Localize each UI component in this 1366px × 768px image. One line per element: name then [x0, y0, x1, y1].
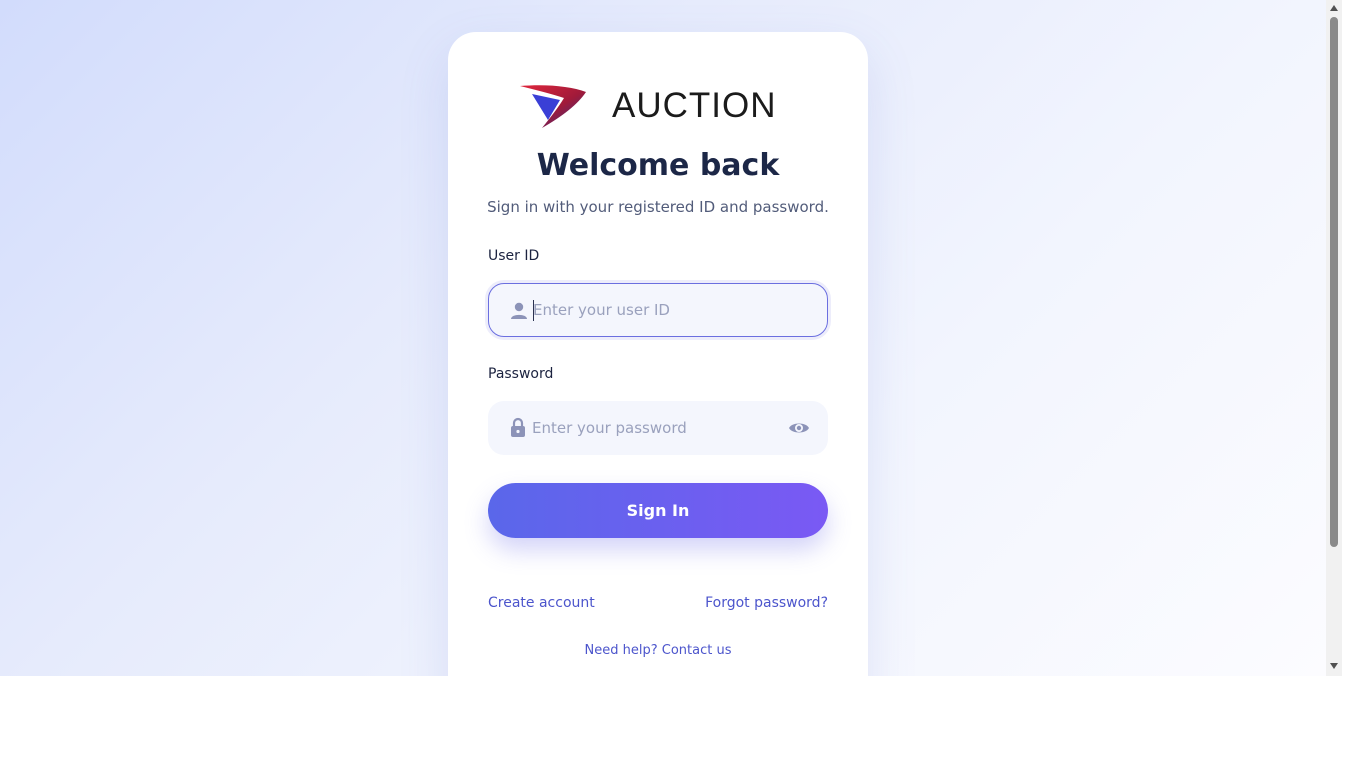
page-title: Welcome back	[536, 148, 780, 183]
page-viewport: AUCTION Welcome back Sign in with your r…	[0, 0, 1342, 676]
sign-in-button[interactable]: Sign In	[488, 483, 828, 538]
user-id-field[interactable]	[488, 283, 828, 337]
forgot-password-link[interactable]: Forgot password?	[705, 595, 828, 611]
eye-icon[interactable]	[788, 418, 810, 438]
page-subtitle: Sign in with your registered ID and pass…	[487, 198, 829, 216]
brand-name: AUCTION	[612, 86, 777, 125]
brand-logo: AUCTION	[518, 82, 778, 132]
password-label: Password	[488, 366, 554, 382]
help-contact-link[interactable]: Need help? Contact us	[448, 643, 868, 658]
user-icon	[511, 302, 527, 319]
lock-icon	[511, 417, 525, 437]
user-id-input[interactable]	[533, 284, 773, 336]
scroll-up-icon[interactable]	[1330, 5, 1338, 11]
user-id-label: User ID	[488, 248, 540, 264]
logo-swoosh-icon	[520, 85, 586, 128]
password-field[interactable]	[488, 401, 828, 455]
vertical-scrollbar[interactable]	[1326, 0, 1342, 676]
login-card: AUCTION Welcome back Sign in with your r…	[448, 32, 868, 676]
scrollbar-thumb[interactable]	[1330, 17, 1338, 547]
scroll-down-icon[interactable]	[1330, 663, 1338, 669]
create-account-link[interactable]: Create account	[488, 595, 595, 611]
text-caret	[533, 300, 534, 321]
password-input[interactable]	[532, 401, 772, 455]
